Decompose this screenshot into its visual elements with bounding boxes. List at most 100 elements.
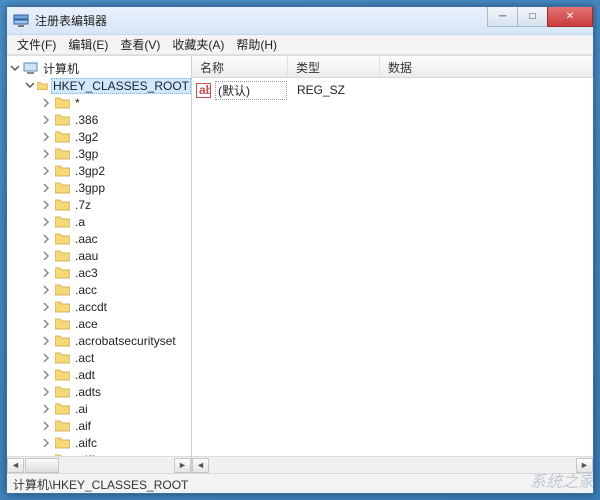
tree-label[interactable]: .aau (73, 249, 100, 263)
tree-node[interactable]: HKEY_CLASSES_ROOT (7, 77, 191, 94)
tree-node[interactable]: .aac (7, 230, 191, 247)
col-data[interactable]: 数据 (380, 56, 593, 77)
expander-icon[interactable] (9, 63, 20, 74)
expander-icon[interactable] (41, 250, 52, 261)
tree-node[interactable]: .386 (7, 111, 191, 128)
tree-label[interactable]: .aac (73, 232, 100, 246)
expander-icon[interactable] (41, 114, 52, 125)
registry-tree[interactable]: 计算机HKEY_CLASSES_ROOT * .386 .3g2 .3gp .3gp2 .3… (7, 56, 191, 456)
tree-node[interactable]: .adt (7, 366, 191, 383)
tree-label[interactable]: .aif (73, 419, 93, 433)
tree-label[interactable]: .adt (73, 368, 97, 382)
tree-label[interactable]: .adts (73, 385, 103, 399)
tree-node[interactable]: .acrobatsecurityset (7, 332, 191, 349)
scroll-right-button[interactable]: ► (174, 458, 191, 473)
tree-node[interactable]: * (7, 94, 191, 111)
tree-label[interactable]: .acc (73, 283, 99, 297)
expander-icon[interactable] (41, 182, 52, 193)
expander-icon[interactable] (41, 386, 52, 397)
minimize-button[interactable]: ─ (487, 7, 517, 27)
titlebar[interactable]: 注册表编辑器 ─ □ ✕ (7, 7, 593, 35)
expander-icon[interactable] (41, 148, 52, 159)
tree-label[interactable]: .ace (73, 317, 100, 331)
tree-node[interactable]: .7z (7, 196, 191, 213)
content-area: 计算机HKEY_CLASSES_ROOT * .386 .3g2 .3gp .3gp2 .3… (7, 55, 593, 473)
menu-view[interactable]: 查看(V) (114, 34, 166, 55)
expander-icon[interactable] (41, 403, 52, 414)
tree-node[interactable]: .aau (7, 247, 191, 264)
tree-node[interactable]: .ace (7, 315, 191, 332)
tree-node[interactable]: .ai (7, 400, 191, 417)
expander-icon[interactable] (41, 199, 52, 210)
menu-file[interactable]: 文件(F) (11, 34, 62, 55)
tree-label[interactable]: .ai (73, 402, 90, 416)
expander-icon[interactable] (41, 437, 52, 448)
tree-label[interactable]: .act (73, 351, 96, 365)
folder-icon (55, 368, 70, 381)
tree-label[interactable]: * (73, 96, 82, 110)
value-name[interactable]: (默认) (215, 81, 287, 100)
expander-icon[interactable] (41, 352, 52, 363)
tree-node[interactable]: .3gpp (7, 179, 191, 196)
tree-hscrollbar[interactable]: ◄ ► (7, 456, 191, 473)
tree-node[interactable]: .a (7, 213, 191, 230)
tree-label[interactable]: .a (73, 215, 87, 229)
tree-label[interactable]: .386 (73, 113, 100, 127)
expander-icon[interactable] (41, 97, 52, 108)
expander-icon[interactable] (41, 131, 52, 142)
menu-favorites[interactable]: 收藏夹(A) (166, 34, 230, 55)
expander-icon[interactable] (41, 369, 52, 380)
expander-icon[interactable] (41, 267, 52, 278)
expander-icon[interactable] (41, 335, 52, 346)
folder-icon (55, 317, 70, 330)
tree-node[interactable]: .aifc (7, 434, 191, 451)
folder-icon (55, 283, 70, 296)
tree-node[interactable]: .aif (7, 417, 191, 434)
tree-label[interactable]: 计算机 (41, 60, 81, 77)
scroll-left-button[interactable]: ◄ (7, 458, 24, 473)
tree-label[interactable]: .3g2 (73, 130, 100, 144)
tree-label[interactable]: .3gp (73, 147, 100, 161)
folder-icon (55, 96, 70, 109)
expander-icon[interactable] (25, 80, 34, 91)
close-button[interactable]: ✕ (547, 7, 593, 27)
tree-label[interactable]: .ac3 (73, 266, 100, 280)
scroll-thumb[interactable] (25, 458, 59, 473)
list-body[interactable]: ab (默认) REG_SZ (192, 78, 593, 456)
menu-edit[interactable]: 编辑(E) (62, 34, 114, 55)
tree-node[interactable]: .ac3 (7, 264, 191, 281)
value-row[interactable]: ab (默认) REG_SZ (196, 81, 589, 99)
tree-node[interactable]: .3g2 (7, 128, 191, 145)
list-hscrollbar[interactable]: ◄ ► (192, 456, 593, 473)
expander-icon[interactable] (41, 318, 52, 329)
tree-label[interactable]: .accdt (73, 300, 109, 314)
folder-icon (55, 266, 70, 279)
menu-help[interactable]: 帮助(H) (230, 34, 283, 55)
scroll-right-button[interactable]: ► (576, 458, 593, 473)
expander-icon[interactable] (41, 165, 52, 176)
col-type[interactable]: 类型 (288, 56, 380, 77)
tree-label[interactable]: .3gp2 (73, 164, 107, 178)
maximize-button[interactable]: □ (517, 7, 547, 27)
tree-node[interactable]: .acc (7, 281, 191, 298)
tree-label[interactable]: HKEY_CLASSES_ROOT (51, 78, 191, 94)
tree-node[interactable]: .accdt (7, 298, 191, 315)
tree-node[interactable]: .3gp2 (7, 162, 191, 179)
col-name[interactable]: 名称 (192, 56, 288, 77)
tree-label[interactable]: .acrobatsecurityset (73, 334, 178, 348)
expander-icon[interactable] (41, 420, 52, 431)
tree-node[interactable]: 计算机 (7, 60, 191, 77)
app-icon (13, 13, 29, 29)
tree-node[interactable]: .3gp (7, 145, 191, 162)
expander-icon[interactable] (41, 233, 52, 244)
tree-label[interactable]: .3gpp (73, 181, 107, 195)
expander-icon[interactable] (41, 284, 52, 295)
tree-label[interactable]: .7z (73, 198, 93, 212)
tree-node[interactable]: .act (7, 349, 191, 366)
tree-node[interactable]: .adts (7, 383, 191, 400)
scroll-left-button[interactable]: ◄ (192, 458, 209, 473)
tree-label[interactable]: .aifc (73, 436, 99, 450)
expander-icon[interactable] (41, 301, 52, 312)
values-pane: 名称 类型 数据 ab (默认) REG_SZ ◄ ► (192, 56, 593, 473)
expander-icon[interactable] (41, 216, 52, 227)
